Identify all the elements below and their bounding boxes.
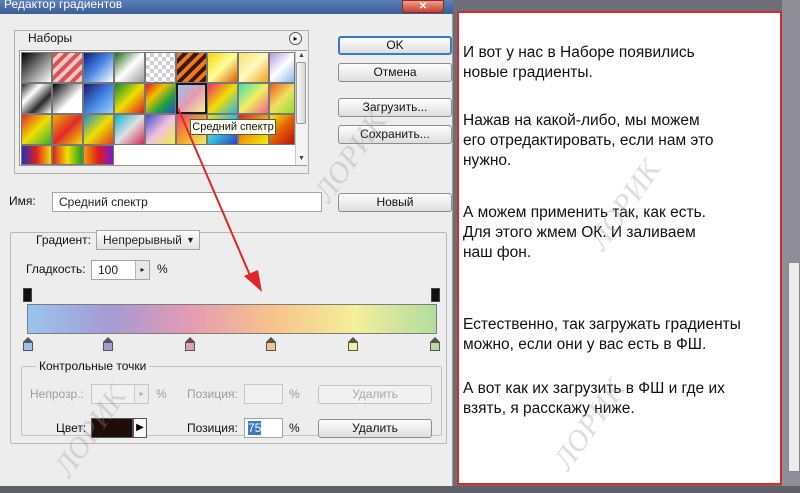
arrow-head-icon xyxy=(244,270,262,292)
annotation-arrow xyxy=(177,107,262,292)
arrow-shaft xyxy=(177,107,253,281)
